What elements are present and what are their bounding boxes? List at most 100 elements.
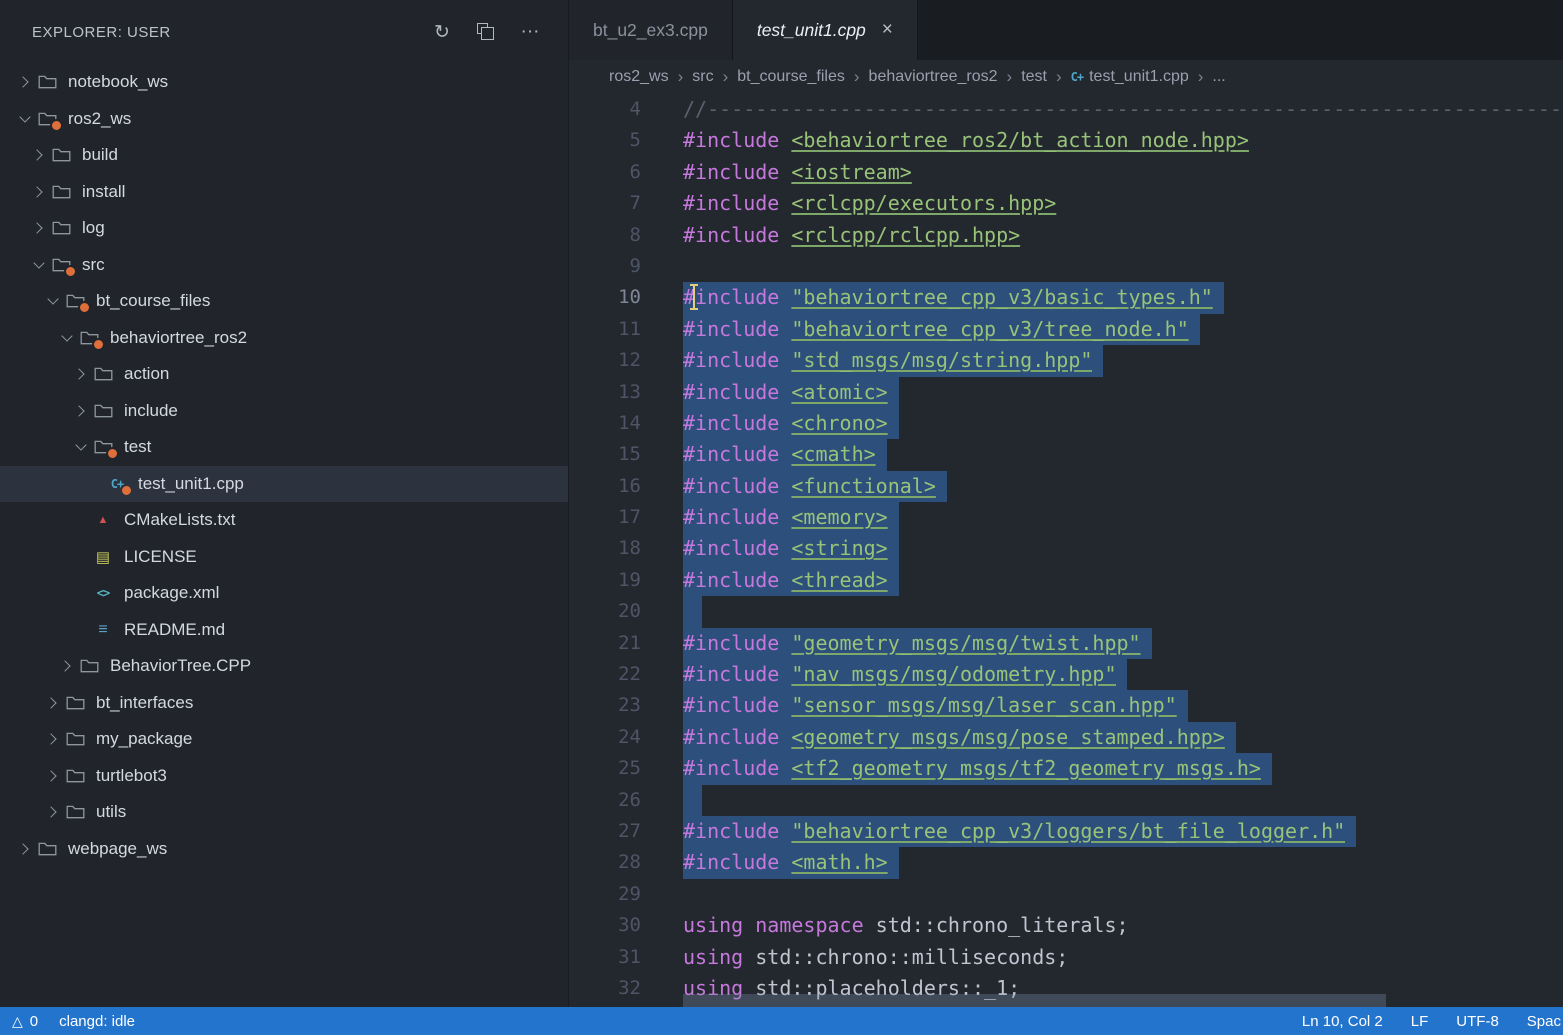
folder-icon: [63, 767, 87, 785]
code-line-26: 26: [569, 785, 1563, 816]
tree-item-BehaviorTree.CPP[interactable]: BehaviorTree.CPP: [0, 648, 568, 685]
tree-item-LICENSE[interactable]: ▤LICENSE: [0, 539, 568, 576]
line-number: 7: [569, 188, 641, 219]
line-number: 21: [569, 628, 641, 659]
folder-icon: [63, 803, 87, 821]
license-file-icon: ▤: [91, 548, 115, 566]
tree-item-action[interactable]: action: [0, 356, 568, 393]
refresh-explorer-button[interactable]: ↻: [420, 21, 464, 44]
code-line-20: 20: [569, 596, 1563, 627]
breadcrumb-item-...[interactable]: ...: [1212, 68, 1225, 86]
tree-item-label: ros2_ws: [68, 109, 131, 129]
chevron-right-icon[interactable]: [28, 151, 49, 159]
tree-item-README.md[interactable]: ≡README.md: [0, 612, 568, 649]
tab-bt_u2_ex3.cpp[interactable]: bt_u2_ex3.cpp: [569, 0, 733, 60]
folder-icon: [77, 329, 101, 347]
code-line-23: 23#include "sensor_msgs/msg/laser_scan.h…: [569, 690, 1563, 721]
line-number: 17: [569, 502, 641, 533]
line-number: 18: [569, 533, 641, 564]
chevron-right-icon[interactable]: [28, 224, 49, 232]
tree-item-src[interactable]: src: [0, 247, 568, 284]
chevron-down-icon[interactable]: [56, 336, 77, 340]
chevron-right-icon[interactable]: [14, 845, 35, 853]
breadcrumb-label: ...: [1212, 68, 1225, 86]
chevron-right-icon[interactable]: [70, 407, 91, 415]
chevron-down-icon[interactable]: [70, 445, 91, 449]
chevron-down-icon[interactable]: [28, 263, 49, 267]
chevron-right-icon[interactable]: [28, 188, 49, 196]
encoding-indicator[interactable]: UTF-8: [1456, 1013, 1499, 1030]
tree-item-build[interactable]: build: [0, 137, 568, 174]
code-editor[interactable]: 4//-------------------------------------…: [569, 94, 1563, 1007]
eol-indicator[interactable]: LF: [1411, 1013, 1429, 1030]
tree-item-label: my_package: [96, 729, 192, 749]
tree-item-bt_interfaces[interactable]: bt_interfaces: [0, 685, 568, 722]
tab-bar: bt_u2_ex3.cpptest_unit1.cpp×: [569, 0, 1563, 60]
code-text: using namespace std::chrono_literals;: [683, 910, 1129, 941]
chevron-right-icon[interactable]: [42, 808, 63, 816]
breadcrumb-separator: ›: [723, 67, 729, 87]
chevron-right-icon[interactable]: [70, 370, 91, 378]
indentation-indicator[interactable]: Spac: [1527, 1013, 1561, 1030]
tree-item-test_unit1.cpp[interactable]: C+test_unit1.cpp: [0, 466, 568, 503]
chevron-right-icon[interactable]: [56, 662, 77, 670]
close-tab-icon[interactable]: ×: [882, 19, 893, 41]
chevron-down-icon[interactable]: [14, 117, 35, 121]
markdown-file-icon: ≡: [91, 621, 115, 639]
tree-item-turtlebot3[interactable]: turtlebot3: [0, 758, 568, 795]
code-line-19: 19#include <thread>: [569, 565, 1563, 596]
tab-test_unit1.cpp[interactable]: test_unit1.cpp×: [733, 0, 918, 60]
tree-item-label: package.xml: [124, 583, 219, 603]
tree-item-behaviortree_ros2[interactable]: behaviortree_ros2: [0, 320, 568, 357]
tree-item-ros2_ws[interactable]: ros2_ws: [0, 101, 568, 138]
code-text: #include <memory>: [683, 502, 899, 533]
tree-item-notebook_ws[interactable]: notebook_ws: [0, 64, 568, 101]
problems-count[interactable]: 0: [30, 1013, 38, 1030]
breadcrumb-item-bt_course_files[interactable]: bt_course_files: [737, 68, 845, 86]
tree-item-my_package[interactable]: my_package: [0, 721, 568, 758]
tree-item-CMakeLists.txt[interactable]: ▲CMakeLists.txt: [0, 502, 568, 539]
breadcrumb-item-behaviortree_ros2[interactable]: behaviortree_ros2: [869, 68, 998, 86]
tree-item-label: CMakeLists.txt: [124, 510, 235, 530]
tree-item-label: webpage_ws: [68, 839, 167, 859]
code-line-13: 13#include <atomic>: [569, 377, 1563, 408]
chevron-down-icon[interactable]: [42, 299, 63, 303]
folder-icon: [91, 438, 115, 456]
code-text: #include <geometry_msgs/msg/pose_stamped…: [683, 722, 1236, 753]
chevron-right-icon[interactable]: [42, 699, 63, 707]
breadcrumb-item-src[interactable]: src: [692, 68, 713, 86]
tree-item-webpage_ws[interactable]: webpage_ws: [0, 831, 568, 868]
warning-icon[interactable]: △: [12, 1013, 23, 1030]
chevron-right-icon[interactable]: [42, 772, 63, 780]
collapse-folders-button[interactable]: [464, 22, 508, 42]
cursor-position[interactable]: Ln 10, Col 2: [1302, 1013, 1383, 1030]
breadcrumb-item-test_unit1.cpp[interactable]: C+test_unit1.cpp: [1071, 68, 1189, 86]
code-line-28: 28#include <math.h>: [569, 847, 1563, 878]
tree-item-package.xml[interactable]: <>package.xml: [0, 575, 568, 612]
code-line-29: 29: [569, 879, 1563, 910]
line-number: 8: [569, 220, 641, 251]
line-number: 5: [569, 125, 641, 156]
tree-item-utils[interactable]: utils: [0, 794, 568, 831]
chevron-right-icon[interactable]: [14, 78, 35, 86]
line-number: 24: [569, 722, 641, 753]
folder-icon: [63, 694, 87, 712]
tree-item-bt_course_files[interactable]: bt_course_files: [0, 283, 568, 320]
tree-item-include[interactable]: include: [0, 393, 568, 430]
tree-item-install[interactable]: install: [0, 174, 568, 211]
folder-icon: [49, 183, 73, 201]
chevron-right-icon[interactable]: [42, 735, 63, 743]
tree-item-log[interactable]: log: [0, 210, 568, 247]
clangd-status[interactable]: clangd: idle: [59, 1013, 135, 1030]
code-text: [683, 785, 702, 816]
code-line-18: 18#include <string>: [569, 533, 1563, 564]
code-line-22: 22#include "nav_msgs/msg/odometry.hpp": [569, 659, 1563, 690]
line-number: 26: [569, 785, 641, 816]
breadcrumb-item-test[interactable]: test: [1021, 68, 1047, 86]
horizontal-scrollbar[interactable]: [683, 994, 1386, 1007]
more-actions-button[interactable]: ···: [508, 21, 552, 43]
folder-icon: [49, 219, 73, 237]
breadcrumb-item-ros2_ws[interactable]: ros2_ws: [609, 68, 669, 86]
code-line-9: 9: [569, 251, 1563, 282]
tree-item-test[interactable]: test: [0, 429, 568, 466]
